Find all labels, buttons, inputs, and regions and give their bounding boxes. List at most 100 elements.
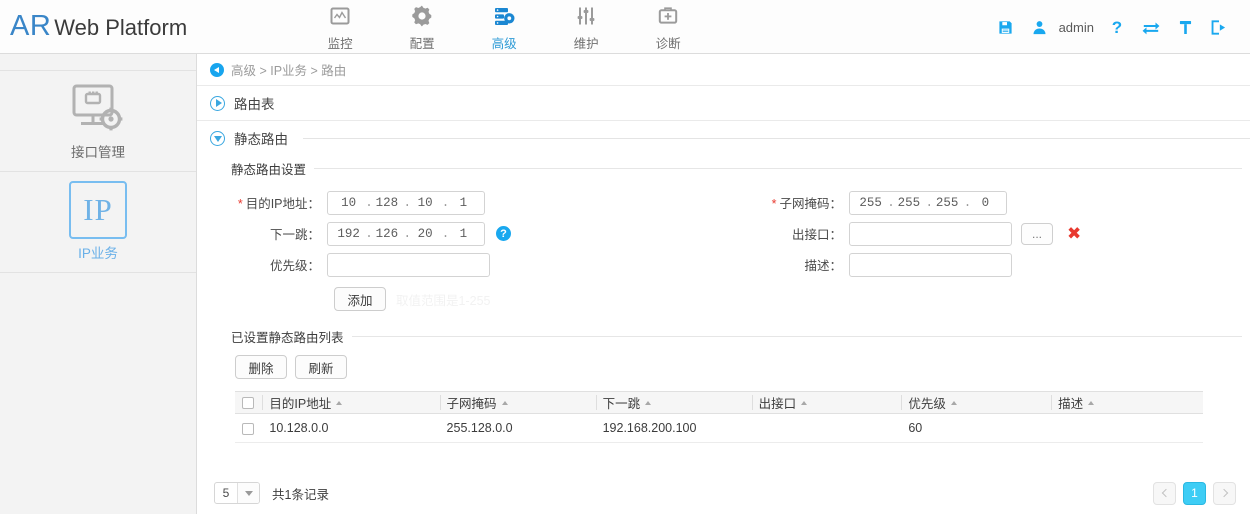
dest-ip-input[interactable]: 10 . 128 . 10 . 1: [327, 190, 485, 215]
breadcrumb: 高级 > IP业务 > 路由: [197, 54, 1250, 86]
sidebar-item-ip-service[interactable]: IP IP业务: [0, 172, 196, 273]
refresh-button[interactable]: 刷新: [295, 355, 347, 379]
nav-item-advanced[interactable]: 高级: [463, 1, 545, 52]
sort-asc-icon[interactable]: [336, 400, 343, 405]
logout-button[interactable]: [1202, 0, 1236, 54]
subnet-mask-seg-3[interactable]: 255: [931, 196, 964, 210]
static-route-settings-header: 静态路由设置: [231, 159, 1250, 178]
save-button[interactable]: [989, 0, 1023, 54]
switch-user-button[interactable]: [1134, 0, 1168, 54]
nav-item-monitor[interactable]: 监控: [299, 1, 381, 52]
dest-ip-seg-2[interactable]: 128: [370, 196, 403, 210]
required-marker: *: [237, 197, 243, 211]
add-button[interactable]: 添加: [334, 287, 386, 311]
sort-asc-icon[interactable]: [501, 400, 508, 405]
cell-priority: 60: [901, 413, 1052, 443]
column-label-out-interface: 出接口: [758, 397, 797, 411]
page-button-1[interactable]: 1: [1183, 481, 1206, 505]
priority-input[interactable]: [327, 252, 490, 277]
sidebar-item-interface-management[interactable]: 接口管理: [0, 71, 196, 172]
out-interface-input[interactable]: [849, 221, 1012, 246]
dest-ip-seg-1[interactable]: 10: [332, 196, 365, 210]
sort-asc-icon[interactable]: [645, 400, 652, 405]
column-header-priority[interactable]: 优先级: [901, 391, 1052, 414]
row-select-cell: [235, 413, 263, 443]
next-hop-seg-3[interactable]: 20: [409, 227, 442, 241]
chevron-right-icon[interactable]: [210, 95, 225, 111]
form-column-right: * 子网掩码： 255 . 255 . 255 . 0 出接口： ... ✖ 描…: [743, 187, 1081, 280]
column-header-dest-ip[interactable]: 目的IP地址: [262, 391, 440, 414]
field-row-dest-ip: * 目的IP地址： 10 . 128 . 10 . 1: [231, 187, 1250, 218]
question-mark-icon: ?: [1111, 17, 1123, 37]
dest-ip-seg-4[interactable]: 1: [447, 196, 480, 210]
subnet-mask-seg-1[interactable]: 255: [854, 196, 887, 210]
column-header-out-interface[interactable]: 出接口: [751, 391, 902, 414]
field-row-out-interface: 出接口： ... ✖: [743, 218, 1081, 249]
column-header-next-hop[interactable]: 下一跳: [595, 391, 752, 414]
app-header: AR Web Platform 监控 配置 高级 维护 诊断 admin ?: [0, 0, 1250, 54]
cell-description: [1051, 413, 1203, 443]
username-label: admin: [1058, 19, 1094, 35]
subnet-mask-input[interactable]: 255 . 255 . 255 . 0: [849, 190, 1007, 215]
prev-page-button[interactable]: [1153, 481, 1176, 505]
static-route-settings-block: 静态路由设置 * 目的IP地址： 10 . 128 . 10 . 1 下一跳： …: [231, 159, 1250, 311]
label-dest-ip: * 目的IP地址：: [237, 197, 320, 211]
chevron-down-icon[interactable]: [237, 483, 259, 503]
cell-dest-ip: 10.128.0.0: [262, 413, 440, 443]
next-page-button[interactable]: [1213, 481, 1236, 505]
user-avatar-button[interactable]: [1023, 0, 1057, 54]
row-checkbox[interactable]: [242, 422, 254, 435]
table-row[interactable]: 10.128.0.0 255.128.0.0 192.168.200.100 6…: [235, 413, 1203, 443]
description-input[interactable]: [849, 252, 1012, 277]
route-list-header: 已设置静态路由列表: [231, 327, 1250, 346]
nav-item-maintenance[interactable]: 维护: [545, 1, 627, 52]
cell-out-interface: [751, 413, 902, 443]
sort-asc-icon[interactable]: [1088, 400, 1095, 405]
help-button[interactable]: ?: [1100, 0, 1134, 54]
section-title-static-route: 静态路由: [234, 132, 288, 147]
page-body: 接口管理 IP IP业务 高级 > IP业务 > 路由 路由表 静态路由 静态路…: [0, 54, 1250, 514]
sidebar-label-interface-management: 接口管理: [71, 145, 125, 160]
sub-rule: [351, 336, 1242, 337]
column-header-description[interactable]: 描述: [1051, 391, 1203, 414]
back-arrow-icon[interactable]: [210, 62, 224, 77]
delete-button[interactable]: 删除: [235, 355, 287, 379]
subnet-mask-seg-2[interactable]: 255: [892, 196, 925, 210]
column-header-subnet-mask[interactable]: 子网掩码: [439, 391, 596, 414]
question-circle-icon[interactable]: ?: [496, 226, 511, 241]
section-header-routing-table[interactable]: 路由表: [210, 86, 1250, 120]
nav-item-config[interactable]: 配置: [381, 1, 463, 52]
sidebar-label-ip-service: IP业务: [78, 246, 118, 261]
next-hop-input[interactable]: 192 . 126 . 20 . 1: [327, 221, 485, 246]
dest-ip-seg-3[interactable]: 10: [409, 196, 442, 210]
sort-asc-icon[interactable]: [950, 400, 957, 405]
nav-label-config: 配置: [409, 37, 435, 51]
page-size-value: 5: [222, 486, 230, 500]
nav-label-monitor: 监控: [327, 37, 353, 51]
header-actions: admin ?: [989, 0, 1236, 54]
red-x-icon[interactable]: ✖: [1067, 225, 1081, 242]
field-row-next-hop: 下一跳： 192 . 126 . 20 . 1 ?: [231, 218, 1250, 249]
out-interface-browse-button[interactable]: ...: [1021, 222, 1053, 245]
next-hop-seg-1[interactable]: 192: [332, 227, 365, 241]
route-table: 目的IP地址 子网掩码 下一跳 出接口 优先级 描述 10.128.0.0 25…: [235, 391, 1203, 443]
chevron-down-icon[interactable]: [210, 130, 225, 146]
tool-button[interactable]: [1168, 0, 1202, 54]
select-all-checkbox[interactable]: [242, 397, 254, 410]
next-hop-seg-2[interactable]: 126: [370, 227, 403, 241]
content-area: 高级 > IP业务 > 路由 路由表 静态路由 静态路由设置 * 目的IP地址：…: [197, 54, 1250, 514]
page-size-select[interactable]: 5: [214, 482, 260, 504]
cell-next-hop: 192.168.200.100: [595, 413, 752, 443]
column-label-priority: 优先级: [908, 397, 946, 411]
label-out-interface: 出接口：: [791, 228, 842, 242]
static-route-settings-title: 静态路由设置: [231, 163, 307, 177]
screwdriver-icon: [1179, 20, 1191, 34]
main-nav: 监控 配置 高级 维护 诊断: [299, 1, 709, 52]
subnet-mask-seg-4[interactable]: 0: [969, 196, 1002, 210]
section-header-static-route[interactable]: 静态路由: [210, 121, 1250, 155]
next-hop-seg-4[interactable]: 1: [447, 227, 480, 241]
nav-item-diagnosis[interactable]: 诊断: [627, 1, 709, 52]
sliders-icon: [545, 3, 627, 29]
sort-asc-icon[interactable]: [801, 400, 808, 405]
label-priority: 优先级：: [269, 259, 320, 273]
